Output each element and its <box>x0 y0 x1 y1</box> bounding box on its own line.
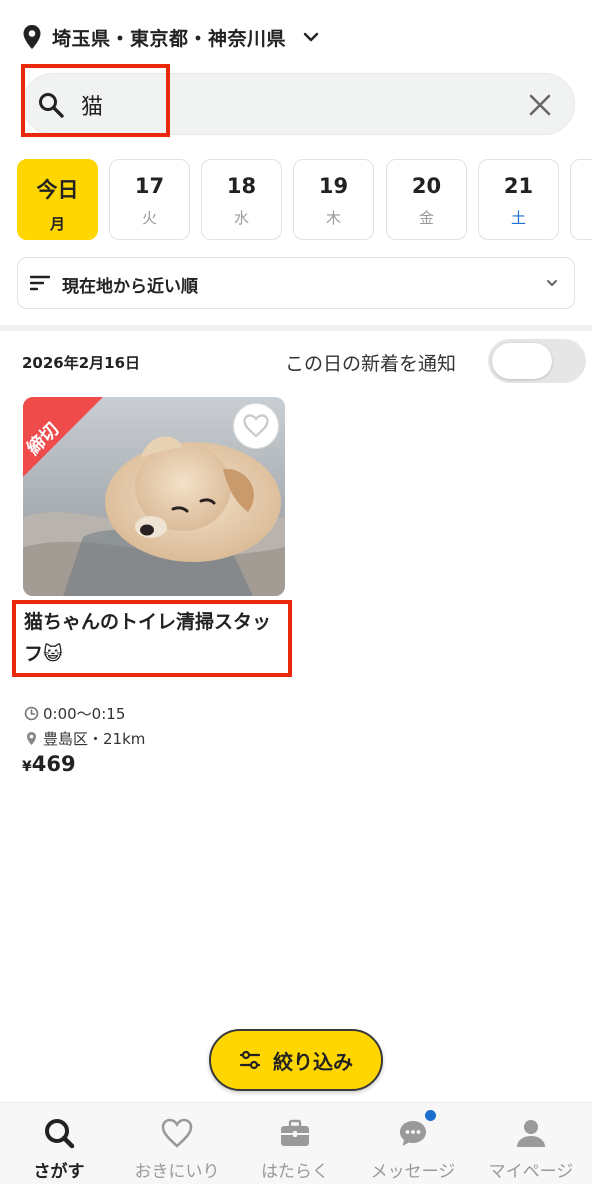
chevron-down-icon <box>547 280 557 286</box>
nav-label: メッセージ <box>370 1162 456 1182</box>
message-notification-dot <box>425 1110 436 1121</box>
date-next-partial[interactable] <box>570 159 592 240</box>
filter-button[interactable]: 絞り込み <box>209 1029 383 1091</box>
search-icon <box>45 1119 75 1149</box>
nav-label: マイページ <box>488 1162 574 1182</box>
nav-messages[interactable]: メッセージ <box>354 1117 472 1182</box>
job-time: 0:00〜0:15 <box>24 703 125 724</box>
date-18[interactable]: 18 水 <box>201 159 282 240</box>
nav-favorites[interactable]: おきにいり <box>118 1117 236 1182</box>
price-value: 469 <box>31 752 76 776</box>
heart-icon <box>161 1118 193 1148</box>
nav-search[interactable]: さがす <box>0 1117 118 1182</box>
job-location: 豊島区・21km <box>24 728 145 749</box>
nav-label: さがす <box>33 1162 85 1182</box>
notify-toggle[interactable] <box>488 339 586 383</box>
location-label: 埼玉県・東京都・神奈川県 <box>52 27 287 50</box>
date-20[interactable]: 20 金 <box>386 159 467 240</box>
bottom-nav: さがす おきにいり はたらく メッセージ マイページ <box>0 1102 592 1184</box>
date-today[interactable]: 今日 月 <box>17 159 98 240</box>
person-icon <box>517 1120 545 1147</box>
location-selector[interactable]: 埼玉県・東京都・神奈川県 <box>22 22 320 52</box>
date-19[interactable]: 19 木 <box>293 159 374 240</box>
nav-work[interactable]: はたらく <box>236 1117 354 1182</box>
job-title-highlight <box>12 600 292 677</box>
date-dow: 土 <box>510 209 526 227</box>
date-dow: 水 <box>233 209 249 227</box>
filter-icon <box>239 1050 261 1070</box>
date-num: 今日 <box>36 178 79 202</box>
location-pin-icon <box>23 25 41 49</box>
sort-label: 現在地から近い順 <box>62 277 198 297</box>
toggle-knob <box>492 343 552 379</box>
clock-icon <box>24 706 39 721</box>
sort-icon <box>30 275 50 291</box>
filter-label: 絞り込み <box>273 1049 353 1074</box>
job-location-label: 豊島区・21km <box>43 730 146 748</box>
date-17[interactable]: 17 火 <box>109 159 190 240</box>
heart-icon <box>243 414 269 438</box>
date-selector: 今日 月 17 火 18 水 19 木 20 金 21 土 <box>17 159 592 241</box>
date-num: 18 <box>226 174 257 198</box>
price-symbol: ¥ <box>22 759 32 775</box>
date-num: 19 <box>318 174 349 198</box>
date-dow: 木 <box>325 209 341 227</box>
date-dow: 火 <box>141 209 157 227</box>
search-term-highlight <box>21 64 170 137</box>
clear-icon[interactable] <box>528 93 552 117</box>
date-num: 20 <box>411 174 442 198</box>
briefcase-icon <box>281 1119 309 1146</box>
date-dow: 月 <box>49 215 65 233</box>
date-num: 17 <box>134 174 165 198</box>
nav-mypage[interactable]: マイページ <box>472 1117 590 1182</box>
list-date: 2026年2月16日 <box>22 354 141 372</box>
chat-icon <box>400 1121 426 1146</box>
notify-label: この日の新着を通知 <box>285 353 457 375</box>
section-divider <box>0 325 592 331</box>
job-price: ¥469 <box>22 752 76 776</box>
date-21[interactable]: 21 土 <box>478 159 559 240</box>
location-pin-icon <box>27 732 36 745</box>
nav-label: はたらく <box>261 1162 329 1182</box>
chevron-down-icon <box>303 32 319 42</box>
closed-badge: 締切 <box>23 397 103 477</box>
sort-dropdown[interactable]: 現在地から近い順 <box>17 257 575 309</box>
favorite-button[interactable] <box>233 403 279 449</box>
date-dow: 金 <box>418 209 434 227</box>
nav-label: おきにいり <box>134 1162 220 1182</box>
date-num: 21 <box>503 174 534 198</box>
job-time-label: 0:00〜0:15 <box>43 705 126 723</box>
